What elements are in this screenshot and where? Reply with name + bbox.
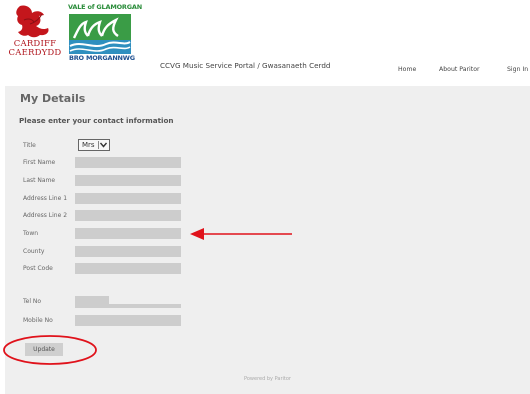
post-code-row: Post Code [5, 263, 305, 275]
red-arrow-annotation [190, 228, 292, 240]
portal-title: CCVG Music Service Portal / Gwasanaeth C… [160, 61, 331, 70]
nav-about-link[interactable]: About Paritor [439, 66, 480, 73]
county-label: County [23, 248, 45, 255]
chevron-down-icon [98, 141, 108, 149]
town-label: Town [23, 230, 39, 237]
mobile-label: Mobile No [23, 317, 53, 324]
nav-home-link[interactable]: Home [398, 66, 416, 73]
first-name-input[interactable] [75, 157, 181, 168]
address-line-2-input[interactable] [75, 210, 181, 221]
post-code-input[interactable] [75, 263, 181, 274]
county-row: County [5, 246, 305, 258]
cardiff-logo-text-cy: CAERDYDD [8, 48, 62, 58]
title-select[interactable]: Mrs [78, 139, 110, 151]
post-code-label: Post Code [23, 265, 53, 272]
tel-input-underline [75, 304, 181, 308]
address-line-2-row: Address Line 2 [5, 210, 305, 222]
cardiff-logo-text: CARDIFF CAERDYDD [6, 40, 64, 58]
last-name-input[interactable] [75, 175, 181, 186]
vale-logo-text-bottom: BRO MORGANNWG [69, 54, 135, 62]
mobile-input[interactable] [75, 315, 181, 326]
first-name-row: First Name [5, 157, 305, 169]
address-line-1-row: Address Line 1 [5, 193, 305, 205]
tel-input-fill [75, 296, 109, 304]
tel-input[interactable] [75, 296, 181, 308]
title-select-value: Mrs [82, 141, 95, 149]
last-name-label: Last Name [23, 177, 56, 184]
address-line-1-label: Address Line 1 [23, 195, 68, 202]
nav-signin-link[interactable]: Sign In [507, 66, 528, 73]
title-label: Title [23, 142, 36, 149]
page-subtitle: Please enter your contact information [19, 116, 174, 125]
site-header: CARDIFF CAERDYDD VALE of GLAMORGAN BRO M… [0, 0, 530, 86]
mobile-row: Mobile No [5, 315, 305, 327]
town-input[interactable] [75, 228, 181, 239]
tel-label: Tel No [23, 298, 42, 305]
red-circle-annotation [3, 335, 97, 365]
tel-row: Tel No [5, 296, 305, 308]
county-input[interactable] [75, 246, 181, 257]
title-row: Title Mrs [5, 139, 305, 152]
first-name-label: First Name [23, 159, 56, 166]
address-line-2-label: Address Line 2 [23, 212, 68, 219]
address-line-1-input[interactable] [75, 193, 181, 204]
powered-by-footer: Powered by Paritor [244, 376, 291, 382]
last-name-row: Last Name [5, 175, 305, 187]
page-title: My Details [20, 92, 86, 105]
